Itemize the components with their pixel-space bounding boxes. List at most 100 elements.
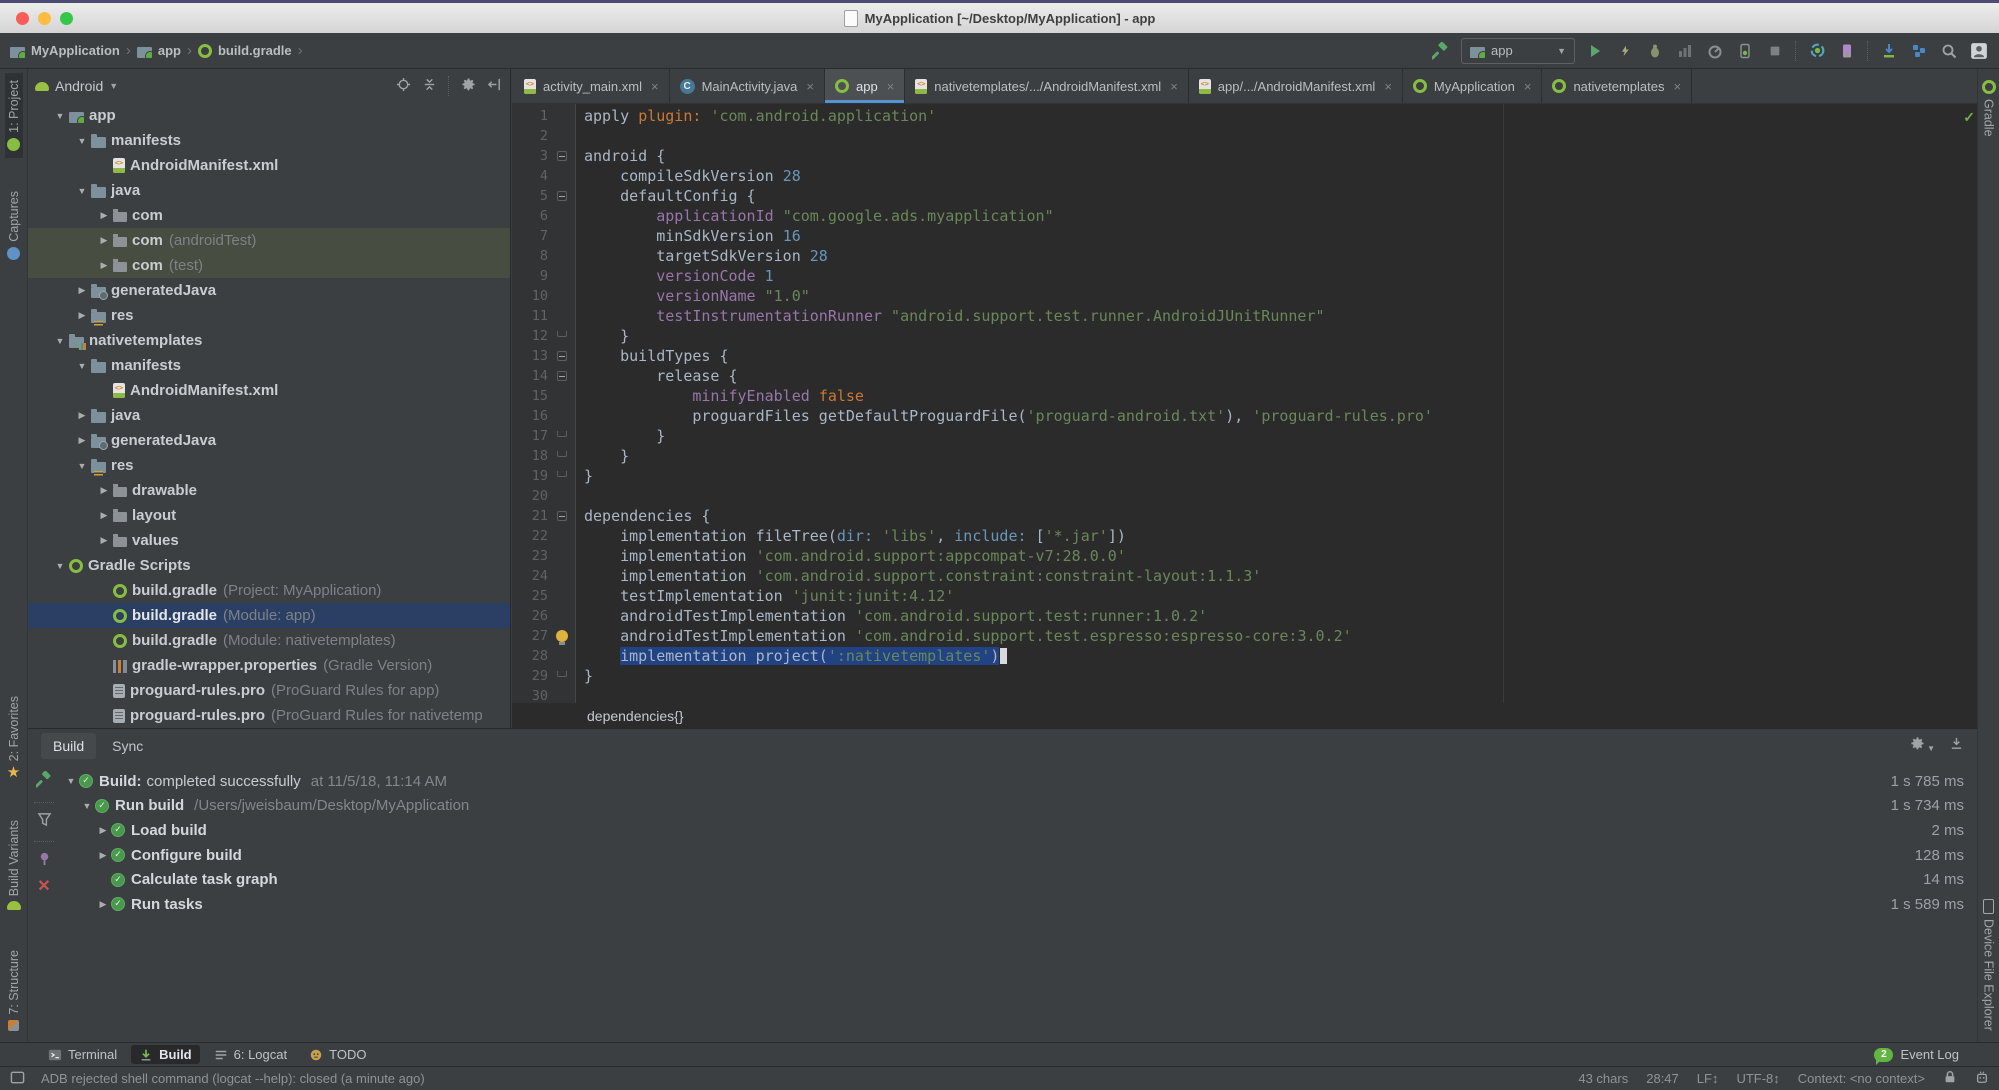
code-line[interactable]: implementation project(':nativetemplates… [584, 646, 1978, 666]
collapse-all-icon[interactable] [422, 77, 437, 95]
tree-expand-arrow[interactable]: ▶ [95, 850, 111, 861]
line-number[interactable]: 25 [512, 586, 554, 606]
tree-item[interactable]: ▶ generatedJava [27, 278, 510, 303]
tree-item[interactable]: ▼ Gradle Scripts [27, 553, 510, 578]
code-line[interactable]: implementation fileTree(dir: 'libs', inc… [584, 526, 1978, 546]
tool-button-favorites[interactable]: 2: Favorites ★ [5, 689, 23, 787]
line-number[interactable]: 16 [512, 406, 554, 426]
code-line[interactable]: } [584, 426, 1978, 446]
restart-build-hammer-icon[interactable] [34, 770, 53, 793]
code-line[interactable]: targetSdkVersion 28 [584, 246, 1978, 266]
close-icon[interactable]: × [806, 79, 814, 94]
tree-expand-arrow[interactable]: ▶ [95, 260, 113, 271]
gutter-line[interactable]: 11 [512, 306, 575, 326]
tool-button-build-variants[interactable]: Build Variants [5, 813, 23, 917]
code-line[interactable]: } [584, 666, 1978, 686]
tree-expand-arrow[interactable]: ▶ [95, 899, 111, 910]
tree-item[interactable]: build.gradle (Module: app) [27, 603, 510, 628]
code-line[interactable]: } [584, 446, 1978, 466]
gear-icon[interactable]: ▼ [1910, 736, 1935, 756]
line-number[interactable]: 20 [512, 486, 554, 506]
gradle-sync-icon[interactable] [1807, 41, 1827, 61]
code-line[interactable]: dependencies { [584, 506, 1978, 526]
tree-expand-arrow[interactable]: ▶ [95, 535, 113, 546]
stop-icon[interactable] [1765, 41, 1785, 61]
tool-button-todo[interactable]: TODO [301, 1045, 374, 1064]
build-tree-row[interactable]: ▶ Run tasks 1 s 589 ms [61, 892, 1978, 917]
tree-item[interactable]: ▼ java [27, 178, 510, 203]
line-number[interactable]: 8 [512, 246, 554, 266]
tree-expand-arrow[interactable]: ▶ [95, 485, 113, 496]
run-configuration-select[interactable]: app ▼ [1461, 37, 1575, 64]
search-everywhere-icon[interactable] [1939, 41, 1959, 61]
tree-expand-arrow[interactable]: ▼ [63, 776, 79, 786]
tree-item[interactable]: build.gradle (Project: MyApplication) [27, 578, 510, 603]
tree-item[interactable]: AndroidManifest.xml [27, 378, 510, 403]
tab-build[interactable]: Build [41, 733, 97, 759]
hide-panel-icon[interactable] [487, 77, 502, 95]
inspection-ok-icon[interactable]: ✓ [1963, 109, 1975, 126]
editor-tab-mainactivity-java[interactable]: MainActivity.java × [670, 69, 825, 103]
build-tree-row[interactable]: ▼ Build:completed successfully at 11/5/18,… [61, 769, 1978, 794]
gutter-line[interactable]: 24 [512, 566, 575, 586]
line-number[interactable]: 19 [512, 466, 554, 486]
code-line[interactable]: buildTypes { [584, 346, 1978, 366]
tree-expand-arrow[interactable]: ▼ [51, 561, 69, 571]
code-line[interactable]: minifyEnabled false [584, 386, 1978, 406]
build-tree-row[interactable]: ▶ Load build 2 ms [61, 818, 1978, 843]
zoom-window-button[interactable] [60, 12, 73, 25]
gutter-line[interactable]: 27 [512, 626, 575, 646]
pin-icon[interactable] [37, 851, 52, 871]
gutter-line[interactable]: 16 [512, 406, 575, 426]
line-number[interactable]: 12 [512, 326, 554, 346]
editor-gutter[interactable]: 1 2 3 4 5 6 7 8 9 10 11 12 13 14 15 16 17 18 19 20 21 22 23 24 2… [512, 104, 576, 703]
tool-button-device-file-explorer[interactable]: Device File Explorer [1980, 892, 1998, 1038]
code-line[interactable]: compileSdkVersion 28 [584, 166, 1978, 186]
code-line[interactable] [584, 686, 1978, 703]
close-icon[interactable]: × [1384, 79, 1392, 94]
collapse-panel-icon[interactable] [1949, 736, 1964, 756]
line-number[interactable]: 26 [512, 606, 554, 626]
line-number[interactable]: 11 [512, 306, 554, 326]
close-icon[interactable]: ✕ [37, 879, 50, 895]
gutter-line[interactable]: 12 [512, 326, 575, 346]
breadcrumb-project[interactable]: MyApplication [10, 43, 120, 58]
sdk-manager-icon[interactable] [1879, 41, 1899, 61]
event-log-button[interactable]: 2 Event Log [1874, 1047, 1959, 1065]
tree-expand-arrow[interactable]: ▶ [73, 285, 91, 296]
encoding-select[interactable]: UTF-8↕ [1736, 1071, 1779, 1086]
tree-item[interactable]: ▶ java [27, 403, 510, 428]
fold-marker-icon[interactable] [557, 151, 567, 161]
tree-item[interactable]: proguard-rules.pro (ProGuard Rules for na… [27, 703, 510, 728]
fold-marker-icon[interactable] [557, 471, 567, 477]
code-line[interactable]: } [584, 466, 1978, 486]
context-indicator[interactable]: Context: <no context> [1798, 1071, 1925, 1086]
profiler-gauge-icon[interactable] [1705, 41, 1725, 61]
code-line[interactable]: androidTestImplementation 'com.android.s… [584, 606, 1978, 626]
line-number[interactable]: 3 [512, 146, 554, 166]
gutter-line[interactable]: 21 [512, 506, 575, 526]
tree-expand-arrow[interactable]: ▼ [73, 361, 91, 371]
line-number[interactable]: 27 [512, 626, 554, 646]
gutter-line[interactable]: 10 [512, 286, 575, 306]
tool-button-logcat[interactable]: 6: Logcat [206, 1045, 296, 1064]
gutter-line[interactable]: 13 [512, 346, 575, 366]
tree-expand-arrow[interactable]: ▶ [73, 410, 91, 421]
intention-bulb-icon[interactable] [556, 630, 568, 645]
line-number[interactable]: 22 [512, 526, 554, 546]
tree-expand-arrow[interactable]: ▼ [73, 186, 91, 196]
tree-item[interactable]: ▶ values [27, 528, 510, 553]
code-line[interactable]: apply plugin: 'com.android.application' [584, 106, 1978, 126]
tree-item[interactable]: ▶ layout [27, 503, 510, 528]
avd-manager-icon[interactable] [1837, 41, 1857, 61]
line-number[interactable]: 5 [512, 186, 554, 206]
build-hammer-icon[interactable] [1431, 41, 1451, 61]
editor-tab-nativetemplates[interactable]: nativetemplates × [1542, 69, 1693, 103]
line-number[interactable]: 21 [512, 506, 554, 526]
close-window-button[interactable] [16, 12, 29, 25]
code-line[interactable]: } [584, 326, 1978, 346]
tree-item[interactable]: ▼ nativetemplates [27, 328, 510, 353]
code-line[interactable]: minSdkVersion 16 [584, 226, 1978, 246]
tree-item[interactable]: ▼ manifests [27, 353, 510, 378]
gutter-line[interactable]: 9 [512, 266, 575, 286]
